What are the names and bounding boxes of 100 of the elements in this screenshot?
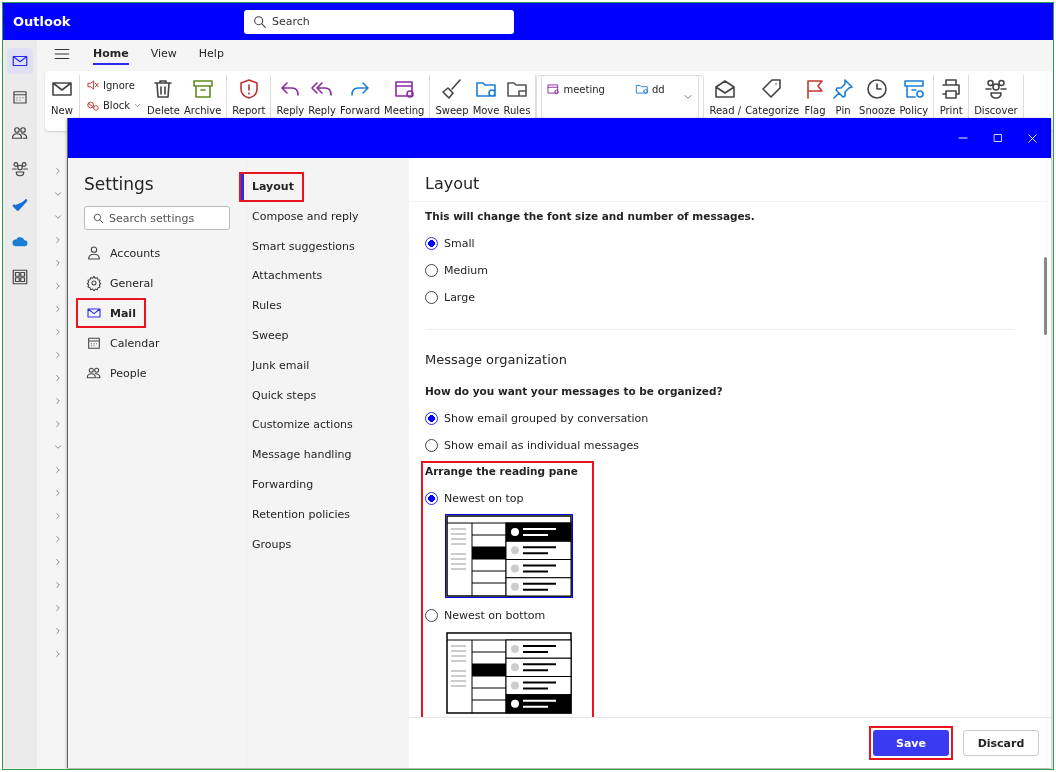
rail-button[interactable] [7,48,33,74]
settings-subnav-item[interactable]: Attachments [239,261,333,292]
chevron-right-icon[interactable] [53,373,63,383]
radio-option[interactable]: Large [425,284,755,311]
ribbon-button[interactable]: Reply [275,75,306,118]
scrollbar-thumb[interactable] [1044,257,1047,335]
radio-option[interactable]: Show email as individual messages [425,432,723,459]
ribbon-button[interactable]: Read / [708,75,743,118]
clock-icon [865,77,890,101]
radio-option[interactable]: Show email grouped by conversation [425,405,723,432]
quick-step-button[interactable]: meeting [546,82,605,96]
settings-subnav-item[interactable]: Groups [239,529,302,560]
ribbon-button[interactable]: Block [84,97,145,113]
layout-preview-drawing[interactable] [445,631,573,715]
group-icon [983,77,1008,101]
ribbon-button[interactable]: Ignore [84,77,145,93]
calendar-icon [546,82,561,96]
ribbon-button[interactable]: Report [231,75,267,118]
settings-subnav-item[interactable]: Sweep [239,321,299,351]
settings-nav-item[interactable]: People [76,358,157,388]
search-settings-field[interactable]: Search settings [84,206,230,230]
ribbon-tab[interactable]: View [150,43,177,65]
ribbon-button[interactable]: Pin [830,75,857,118]
chevron-right-icon[interactable] [53,511,63,521]
chevron-down-icon[interactable] [53,442,63,452]
ribbon-tab[interactable]: Help [198,43,224,65]
quick-step-button[interactable]: dd [634,82,665,96]
chevron-right-icon[interactable] [53,396,63,406]
ribbon-button[interactable]: Move [471,75,501,118]
chevron-right-icon[interactable] [53,534,63,544]
question-text: Arrange the reading pane [425,465,578,477]
settings-nav-item[interactable]: Calendar [76,328,170,358]
search-field[interactable]: Search [244,9,514,34]
chevron-right-icon[interactable] [53,304,63,314]
ribbon-button[interactable]: Rules [502,75,532,118]
settings-subnav-item[interactable]: Layout [239,172,304,202]
settings-nav-item[interactable]: Accounts [76,238,171,268]
group-icon [11,160,29,178]
radio-option[interactable]: Medium [425,257,755,284]
radio-button[interactable] [425,492,438,505]
ribbon-button[interactable]: Snooze [858,75,897,118]
ribbon-button[interactable]: Categorize [744,75,801,118]
checkmark-icon [11,196,29,214]
archive-gear-icon [901,77,926,101]
ribbon-button[interactable]: Archive [182,75,223,118]
muted-speaker-icon [86,78,100,92]
chevron-right-icon[interactable] [53,557,63,567]
chevron-down-icon[interactable] [53,212,63,222]
settings-subnav-item[interactable]: Smart suggestions [239,231,365,262]
ribbon-button[interactable]: Flag [802,75,829,118]
section-heading: Message organization [425,352,568,367]
chevron-right-icon[interactable] [53,488,63,498]
layout-preview-drawing[interactable] [445,514,573,598]
ribbon-button[interactable]: Policy [898,75,930,118]
discard-button[interactable]: Discard [963,730,1039,756]
chevron-right-icon[interactable] [53,258,63,268]
radio-option[interactable]: Newest on top [425,485,578,512]
ribbon-button[interactable]: Print [938,75,965,118]
ribbon-button[interactable]: Reply [307,75,337,118]
radio-option[interactable]: Small [425,230,755,257]
settings-subnav-item[interactable]: Message handling [239,440,362,470]
chevron-right-icon[interactable] [53,235,63,245]
ribbon-button[interactable]: Discover [973,75,1019,118]
close-icon[interactable] [1026,131,1039,145]
chevron-right-icon[interactable] [53,281,63,291]
chevron-right-icon[interactable] [53,603,63,613]
chevron-right-icon[interactable] [53,465,63,475]
settings-subnav-item[interactable]: Retention policies [239,499,360,530]
radio-button[interactable] [425,237,438,250]
settings-subnav-item[interactable]: Junk email [239,350,320,381]
chevron-right-icon[interactable] [53,419,63,429]
ribbon-button[interactable]: Delete [146,75,181,118]
question-text: This will change the font size and number of messages. [425,210,755,222]
settings-subnav-item[interactable]: Rules [239,291,292,321]
chevron-down-icon[interactable] [53,189,63,199]
save-button[interactable]: Save [873,730,949,756]
maximize-icon[interactable] [992,132,1004,144]
chevron-right-icon[interactable] [53,580,63,590]
settings-subnav-item[interactable]: Customize actions [239,410,363,441]
settings-nav-item[interactable]: General [76,268,164,298]
radio-option[interactable]: Newest on bottom [425,602,578,629]
settings-nav-item[interactable]: Mail [76,298,146,328]
settings-title: Settings [84,174,155,194]
settings-subnav-item[interactable]: Forwarding [239,469,324,500]
ribbon-button[interactable]: Meeting [383,75,426,118]
ribbon-button[interactable]: Sweep [434,75,470,118]
chevron-right-icon[interactable] [53,626,63,636]
radio-button[interactable] [425,412,438,425]
chevron-right-icon[interactable] [53,327,63,337]
chevron-right-icon[interactable] [53,350,63,360]
settings-subnav-item[interactable]: Compose and reply [239,201,369,232]
ribbon-tab[interactable]: Home [93,43,129,65]
calendar-icon [11,88,29,106]
chevron-right-icon[interactable] [53,649,63,659]
ribbon-button[interactable]: Forward [338,75,382,118]
ribbon-button[interactable]: New [49,75,75,118]
settings-subnav-item[interactable]: Quick steps [239,380,327,411]
people-icon [11,124,29,142]
question-text: How do you want your messages to be organized? [425,385,723,397]
chevron-right-icon[interactable] [53,166,63,176]
